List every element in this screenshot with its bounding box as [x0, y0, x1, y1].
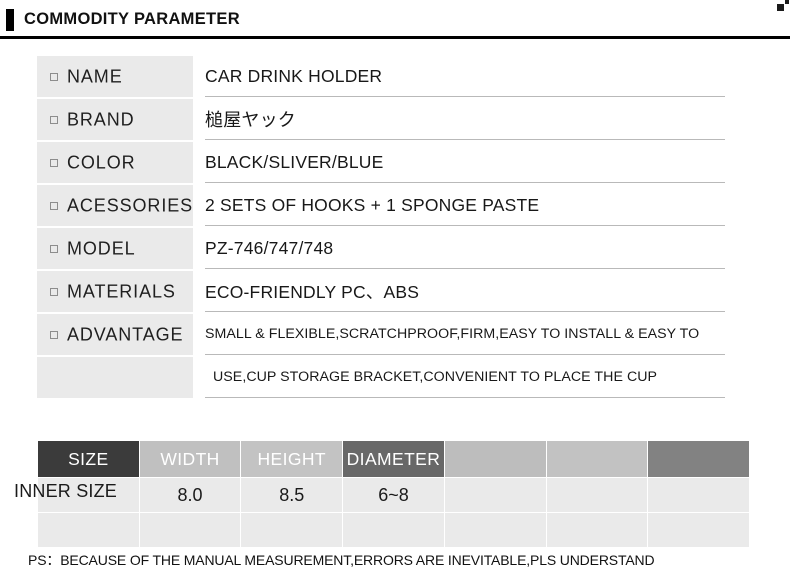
param-value-cell: 2 SETS OF HOOKS + 1 SPONGE PASTE [205, 185, 725, 226]
param-value-cell: USE,CUP STORAGE BRACKET,CONVENIENT TO PL… [205, 357, 725, 398]
param-value-cell: BLACK/SLIVER/BLUE [205, 142, 725, 183]
param-label-cell: COLOR [37, 142, 193, 183]
corner-square-large-icon [777, 4, 784, 11]
param-label-text: NAME [67, 66, 123, 86]
size-table-cell [546, 513, 648, 547]
header-divider [0, 36, 790, 39]
param-row: NAME CAR DRINK HOLDER [0, 56, 790, 99]
size-table-cell [343, 513, 444, 547]
param-label-text: MATERIALS [67, 281, 176, 301]
size-table-header-cell: WIDTH [139, 441, 241, 477]
size-table-cell [139, 513, 241, 547]
size-table-cell [241, 513, 343, 547]
param-value-cell: SMALL & FLEXIBLE,SCRATCHPROOF,FIRM,EASY … [205, 314, 725, 355]
param-row: BRAND 槌屋ヤック [0, 99, 790, 142]
param-value-cell: ECO-FRIENDLY PC、ABS [205, 271, 725, 312]
param-row: MATERIALS ECO-FRIENDLY PC、ABS [0, 271, 790, 314]
param-row: USE,CUP STORAGE BRACKET,CONVENIENT TO PL… [0, 357, 790, 400]
param-row: MODEL PZ-746/747/748 [0, 228, 790, 271]
param-value-text: SMALL & FLEXIBLE,SCRATCHPROOF,FIRM,EASY … [205, 326, 700, 342]
size-row-label: INNER SIZE [14, 481, 118, 501]
size-table-header-cell [546, 441, 648, 477]
size-table-cell [444, 513, 546, 547]
param-value-cell: 槌屋ヤック [205, 99, 725, 140]
param-label-cell: MODEL [37, 228, 193, 269]
size-table-body: 8.0 8.5 6~8 [38, 478, 749, 547]
param-value-text: PZ-746/747/748 [205, 237, 334, 258]
size-table-header-cell: DIAMETER [343, 441, 444, 477]
param-label-cell: ACESSORIES [37, 185, 193, 226]
size-table-cell [444, 478, 546, 512]
param-value-text: USE,CUP STORAGE BRACKET,CONVENIENT TO PL… [213, 369, 658, 385]
param-label-cell: MATERIALS [37, 271, 193, 312]
param-value-cell: CAR DRINK HOLDER [205, 56, 725, 97]
param-row: ACESSORIES 2 SETS OF HOOKS + 1 SPONGE PAS… [0, 185, 790, 228]
page-header: COMMODITY PARAMETER [0, 0, 790, 39]
size-table-header-row: SIZE WIDTH HEIGHT DIAMETER [38, 441, 749, 477]
measurement-disclaimer-note: PS：BECAUSE OF THE MANUAL MEASUREMENT,ERR… [28, 552, 655, 568]
size-table-cell [38, 513, 139, 547]
param-label-text: ACESSORIES [67, 195, 194, 215]
size-table-header: SIZE WIDTH HEIGHT DIAMETER [38, 441, 749, 477]
param-label-text: BRAND [67, 109, 135, 129]
size-table-cell: 6~8 [343, 478, 444, 512]
param-row: ADVANTAGE SMALL & FLEXIBLE,SCRATCHPROOF,F… [0, 314, 790, 357]
square-bullet-icon [50, 330, 58, 339]
square-bullet-icon [50, 244, 58, 253]
param-label-cell [37, 357, 193, 398]
size-table-cell [648, 478, 749, 512]
table-row: 8.0 8.5 6~8 [38, 478, 749, 512]
table-row [38, 513, 749, 547]
param-value-text: 2 SETS OF HOOKS + 1 SPONGE PASTE [205, 194, 540, 215]
size-table-header-cell [444, 441, 546, 477]
param-label-text: MODEL [67, 238, 136, 258]
param-label-text: ADVANTAGE [67, 324, 184, 344]
param-value-text: BLACK/SLIVER/BLUE [205, 151, 384, 172]
size-table-cell: 8.0 [139, 478, 241, 512]
param-value-text: CAR DRINK HOLDER [205, 65, 383, 86]
param-value-text: ECO-FRIENDLY PC、ABS [205, 281, 420, 302]
square-bullet-icon [50, 115, 58, 124]
size-table-cell: 8.5 [241, 478, 343, 512]
param-label-cell: NAME [37, 56, 193, 97]
corner-decoration-icon [774, 0, 790, 14]
square-bullet-icon [50, 201, 58, 210]
corner-square-small-icon [785, 0, 789, 4]
size-table-header-cell: HEIGHT [241, 441, 343, 477]
param-row: COLOR BLACK/SLIVER/BLUE [0, 142, 790, 185]
size-table-cell [546, 478, 648, 512]
size-table-header-cell [648, 441, 749, 477]
header-accent-bar [6, 9, 14, 31]
size-table-header-cell: SIZE [38, 441, 139, 477]
param-value-text: 槌屋ヤック [205, 110, 296, 130]
param-value-cell: PZ-746/747/748 [205, 228, 725, 269]
param-label-text: COLOR [67, 152, 136, 172]
square-bullet-icon [50, 287, 58, 296]
page-title: COMMODITY PARAMETER [24, 10, 240, 28]
param-label-cell: BRAND [37, 99, 193, 140]
commodity-parameter-table: NAME CAR DRINK HOLDER BRAND 槌屋ヤック COLOR BLACK… [0, 56, 790, 400]
square-bullet-icon [50, 158, 58, 167]
size-table-cell [648, 513, 749, 547]
square-bullet-icon [50, 72, 58, 81]
param-label-cell: ADVANTAGE [37, 314, 193, 355]
size-specification-table: SIZE WIDTH HEIGHT DIAMETER 8.0 8.5 6~8 [37, 440, 750, 548]
